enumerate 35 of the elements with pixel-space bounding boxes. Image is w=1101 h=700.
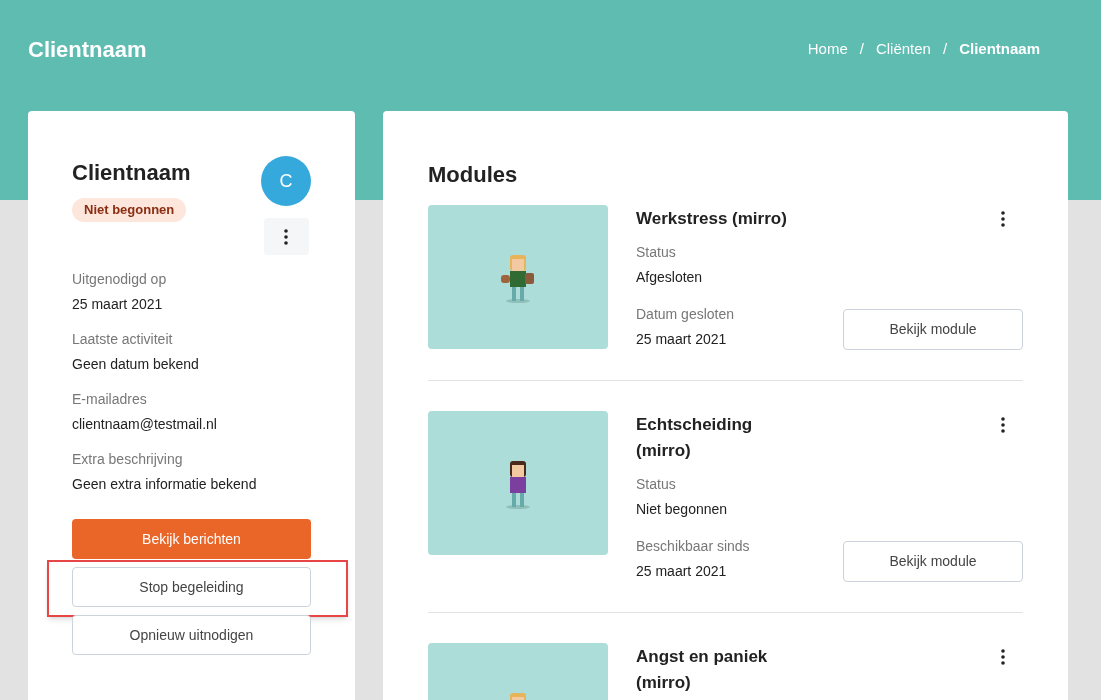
more-icon[interactable] <box>1001 417 1005 433</box>
more-icon[interactable] <box>1001 649 1005 665</box>
action-button[interactable]: Opnieuw uitnodigen <box>72 615 311 655</box>
detail-label: Extra beschrijving <box>72 450 184 469</box>
status-badge: Niet begonnen <box>72 198 187 222</box>
field-label: Status <box>636 475 677 494</box>
more-icon[interactable] <box>1001 211 1005 227</box>
view-module-button[interactable]: Bekijk module <box>843 309 1023 350</box>
field-label: Beschikbaar sinds <box>636 537 750 556</box>
module-title: Angst en paniek (mirro) <box>636 646 769 694</box>
avatar: C <box>261 156 311 206</box>
module-title: Werkstress (mirro) <box>636 208 788 230</box>
breadcrumb-separator: / <box>942 38 948 59</box>
field-value: Niet begonnen <box>636 500 729 519</box>
detail-label: Laatste activiteit <box>72 330 174 349</box>
more-icon[interactable] <box>284 228 288 245</box>
client-name: Clientnaam <box>72 159 191 187</box>
detail-value: Geen datum bekend <box>72 355 200 374</box>
action-button[interactable]: Stop begeleiding <box>72 567 311 607</box>
module-title: Echtscheiding (mirro) <box>636 414 754 462</box>
section-title: Modules <box>428 161 519 189</box>
view-module-button[interactable]: Bekijk module <box>843 541 1023 582</box>
breadcrumb-separator: / <box>859 38 864 59</box>
more-button[interactable] <box>263 218 309 255</box>
field-value: Afgesloten <box>636 268 704 287</box>
detail-label: Uitgenodigd op <box>72 270 168 289</box>
detail-label: E-mailadres <box>72 390 148 409</box>
detail-value: Geen extra informatie bekend <box>72 475 258 494</box>
field-label: Datum gesloten <box>636 305 735 324</box>
detail-value: 25 maart 2021 <box>72 295 164 314</box>
field-value: 25 maart 2021 <box>636 330 728 349</box>
field-value: 25 maart 2021 <box>636 562 728 581</box>
detail-value: clientnaam@testmail.nl <box>72 415 218 434</box>
field-label: Status <box>636 243 677 262</box>
page-title: Clientnaam <box>28 35 147 64</box>
